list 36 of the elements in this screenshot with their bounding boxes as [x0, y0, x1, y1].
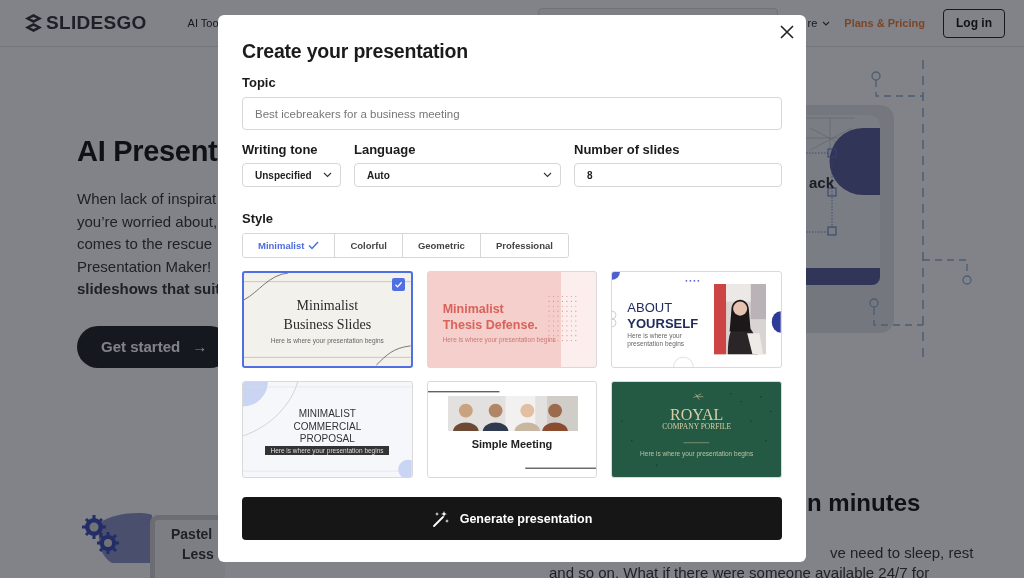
- generate-button[interactable]: Generate presentation: [242, 497, 782, 540]
- slide-title: Minimalist Thesis Defense.: [442, 301, 538, 333]
- field-label: Language: [354, 142, 417, 158]
- logo-icon[interactable]: [25, 14, 42, 32]
- lesson-card-title: Pastel Less: [171, 525, 215, 564]
- field-label: Writing tone: [242, 142, 319, 158]
- body-text: and so on. What if there were someone available 24/7 for: [549, 563, 931, 578]
- slide-title: MINIMALIST COMMERCIAL PROPOSAL: [292, 408, 363, 446]
- nav-link[interactable]: AI Too: [187, 17, 219, 29]
- logo-text[interactable]: SLIDESGO: [46, 12, 147, 34]
- section-heading: n minutes: [807, 489, 922, 517]
- check-icon: [308, 241, 320, 250]
- number-field[interactable]: 8: [574, 163, 782, 187]
- magic-wand-icon: [431, 509, 450, 528]
- topic-field[interactable]: Best icebreakers for a business meeting: [242, 97, 782, 130]
- field-label: Style: [242, 211, 275, 227]
- field-label: Topic: [242, 75, 277, 91]
- illustration-label: ack: [809, 174, 835, 191]
- chevron-icon: [822, 20, 831, 26]
- body-text: ve need to sleep, rest: [830, 543, 974, 563]
- slide-title: ABOUT YOURSELF: [627, 300, 699, 332]
- close-icon: [780, 25, 794, 39]
- nav-link[interactable]: re: [807, 17, 831, 29]
- chevron-icon: [323, 172, 332, 178]
- dialog-title: Create your presentation: [242, 41, 469, 61]
- style-tab[interactable]: Professional: [479, 234, 568, 257]
- login-button[interactable]: Log in: [943, 8, 1005, 38]
- slide-title: Minimalist Business Slides: [282, 297, 373, 334]
- checkbox-icon: [391, 278, 405, 291]
- select-field[interactable]: Unspecified: [242, 163, 341, 187]
- page-title: AI Present: [77, 134, 219, 169]
- slide-title: Simple Meeting: [470, 437, 554, 451]
- chevron-icon: [543, 172, 552, 178]
- template-card[interactable]: Simple Meeting: [426, 381, 598, 478]
- field-label: Number of slides: [574, 142, 681, 158]
- select-field[interactable]: Auto: [354, 163, 561, 187]
